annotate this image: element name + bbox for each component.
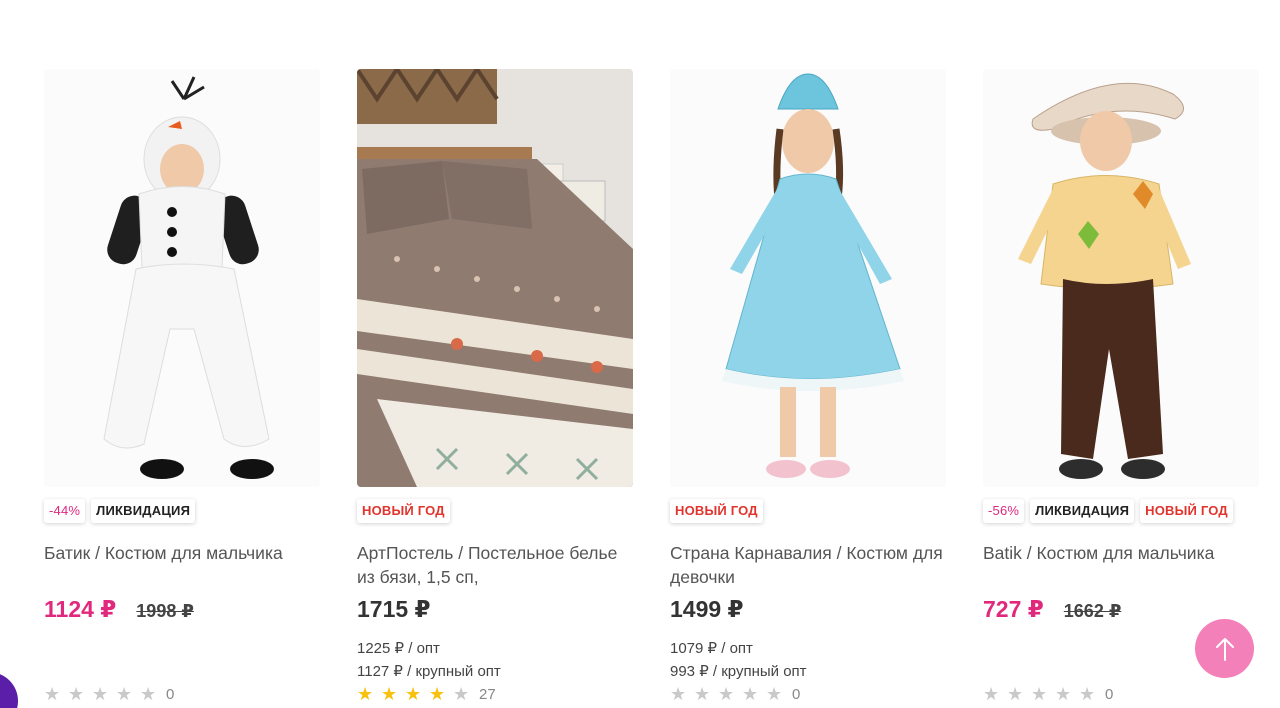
chat-widget-button[interactable]	[0, 672, 18, 708]
current-price: 1499 ₽	[670, 596, 744, 622]
star-icon: ★	[453, 684, 470, 704]
rating: ★ ★ ★ ★ ★ 0	[983, 683, 1113, 705]
rating: ★ ★ ★ ★ ★ 0	[44, 683, 174, 705]
star-icon: ★	[1007, 684, 1024, 704]
mushroom-costume-image	[983, 69, 1259, 487]
new-year-badge: НОВЫЙ ГОД	[357, 499, 450, 523]
star-icon: ★	[68, 684, 85, 704]
star-icon: ★	[405, 684, 422, 704]
product-title[interactable]: Батик / Костюм для мальчика	[44, 541, 320, 565]
current-price: 1124 ₽	[44, 596, 117, 622]
price-row: 727 ₽ 1662 ₽	[983, 596, 1121, 623]
product-image-girl-costume[interactable]	[670, 69, 946, 487]
star-icon: ★	[357, 684, 374, 704]
star-icon: ★	[381, 684, 398, 704]
liquidation-badge: ЛИКВИДАЦИЯ	[1030, 499, 1135, 523]
price-row: 1715 ₽	[357, 596, 431, 623]
product-title[interactable]: Страна Карнавалия / Костюм для девочки	[670, 541, 946, 589]
review-count: 27	[479, 685, 496, 703]
wholesale-price: 1225 ₽ / опт	[357, 640, 440, 657]
snowman-costume-image	[44, 69, 320, 487]
wholesale-prices: 1079 ₽ / опт 993 ₽ / крупный опт	[670, 637, 807, 683]
star-icon: ★	[670, 684, 687, 704]
scroll-to-top-button[interactable]	[1195, 619, 1254, 678]
price-row: 1499 ₽	[670, 596, 744, 623]
price-row: 1124 ₽ 1998 ₽	[44, 596, 194, 623]
rating: ★ ★ ★ ★ ★ 27	[357, 683, 496, 705]
star-icon: ★	[742, 684, 759, 704]
badge-list: НОВЫЙ ГОД	[357, 499, 450, 523]
bulk-wholesale-price: 1127 ₽ / крупный опт	[357, 663, 501, 680]
old-price: 1998 ₽	[136, 601, 194, 621]
star-icon: ★	[116, 684, 133, 704]
product-image-bedding[interactable]	[357, 69, 633, 487]
review-count: 0	[166, 685, 175, 703]
product-grid: -44% ЛИКВИДАЦИЯ Батик / Костюм для мальч…	[44, 69, 1260, 708]
star-icon: ★	[694, 684, 711, 704]
product-card: НОВЫЙ ГОД АртПостель / Постельное белье …	[357, 69, 633, 708]
star-icon: ★	[1079, 684, 1096, 704]
current-price: 727 ₽	[983, 596, 1044, 622]
rating: ★ ★ ★ ★ ★ 0	[670, 683, 800, 705]
new-year-badge: НОВЫЙ ГОД	[1140, 499, 1233, 523]
liquidation-badge: ЛИКВИДАЦИЯ	[91, 499, 196, 523]
current-price: 1715 ₽	[357, 596, 431, 622]
star-icon: ★	[429, 684, 446, 704]
old-price: 1662 ₽	[1063, 601, 1122, 621]
wholesale-prices: 1225 ₽ / опт 1127 ₽ / крупный опт	[357, 637, 501, 683]
girl-costume-image	[670, 69, 946, 487]
discount-badge: -44%	[44, 499, 86, 523]
star-icon: ★	[983, 684, 1000, 704]
badge-list: -56% ЛИКВИДАЦИЯ НОВЫЙ ГОД	[983, 499, 1233, 523]
star-icon: ★	[92, 684, 109, 704]
review-count: 0	[1105, 685, 1114, 703]
new-year-badge: НОВЫЙ ГОД	[670, 499, 763, 523]
wholesale-price: 1079 ₽ / опт	[670, 640, 753, 657]
star-icon: ★	[766, 684, 783, 704]
arrow-up-icon	[1215, 637, 1234, 661]
badge-list: -44% ЛИКВИДАЦИЯ	[44, 499, 196, 523]
star-icon: ★	[140, 684, 157, 704]
review-count: 0	[792, 685, 801, 703]
star-icon: ★	[44, 684, 61, 704]
bedding-image	[357, 69, 633, 487]
star-icon: ★	[1031, 684, 1048, 704]
bulk-wholesale-price: 993 ₽ / крупный опт	[670, 663, 807, 680]
product-title[interactable]: Batik / Костюм для мальчика	[983, 541, 1259, 565]
product-card: -56% ЛИКВИДАЦИЯ НОВЫЙ ГОД Batik / Костюм…	[983, 69, 1259, 708]
product-image-snowman-costume[interactable]	[44, 69, 320, 487]
product-image-mushroom-costume[interactable]	[983, 69, 1259, 487]
product-title[interactable]: АртПостель / Постельное белье из бязи, 1…	[357, 541, 633, 589]
product-card: НОВЫЙ ГОД Страна Карнавалия / Костюм для…	[670, 69, 946, 708]
discount-badge: -56%	[983, 499, 1025, 523]
product-card: -44% ЛИКВИДАЦИЯ Батик / Костюм для мальч…	[44, 69, 320, 708]
star-icon: ★	[1055, 684, 1072, 704]
star-icon: ★	[718, 684, 735, 704]
badge-list: НОВЫЙ ГОД	[670, 499, 763, 523]
